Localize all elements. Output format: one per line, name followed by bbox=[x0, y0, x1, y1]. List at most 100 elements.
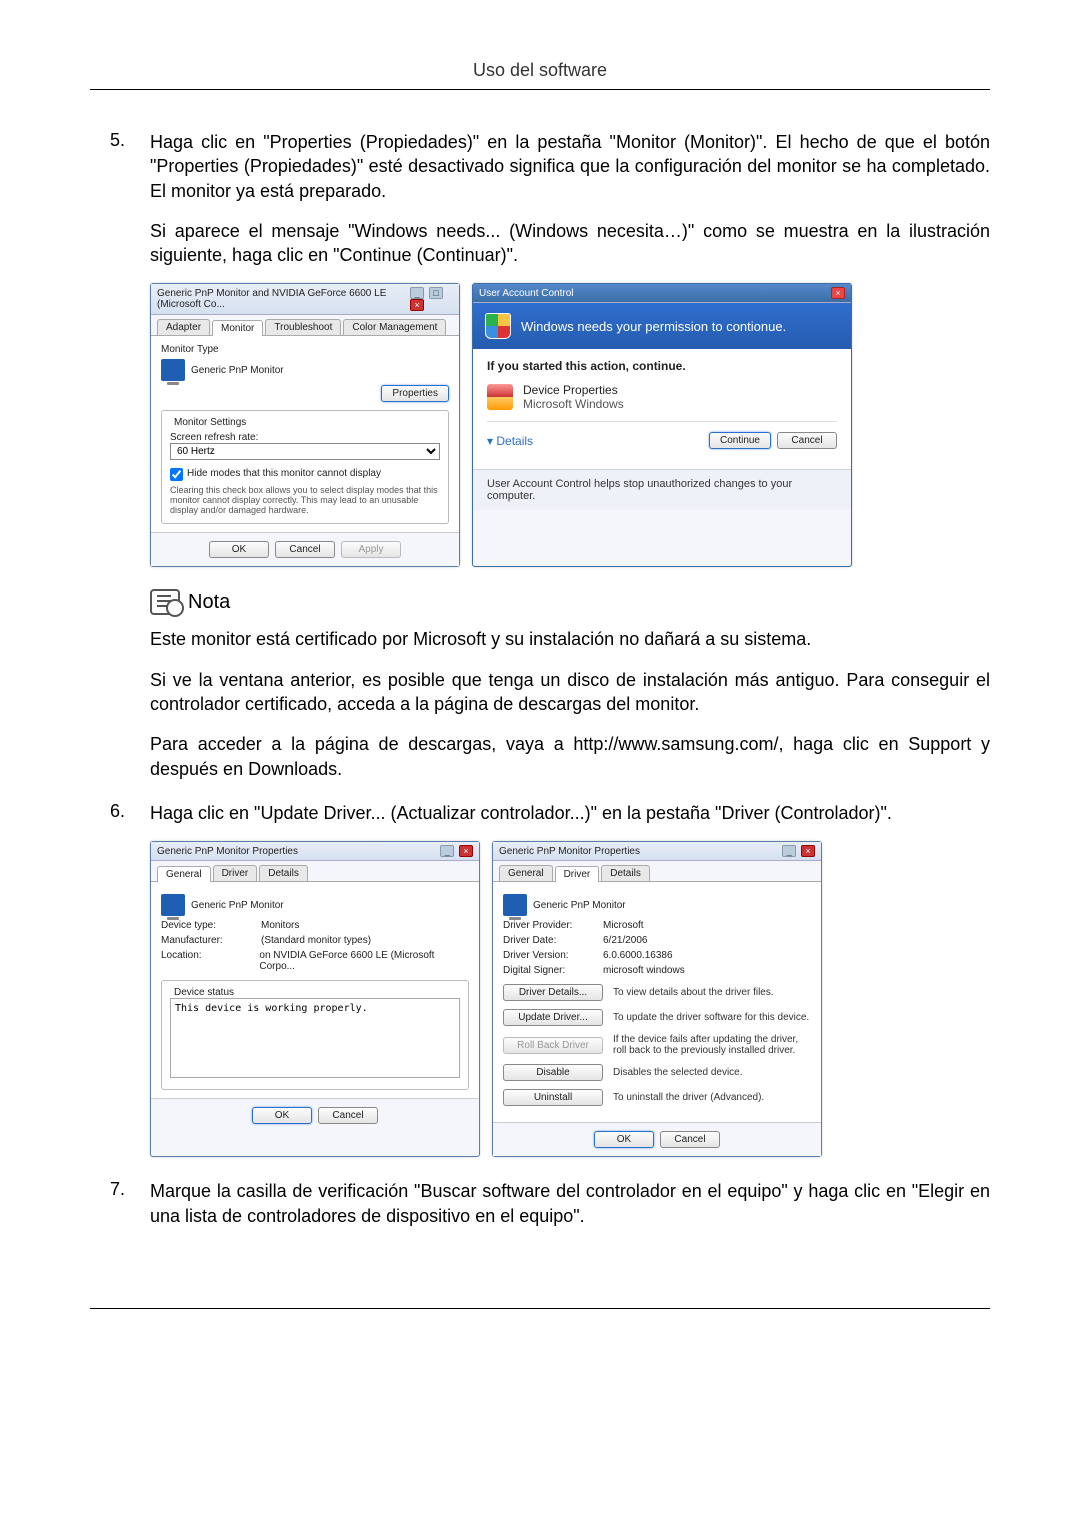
monitor-properties-dialog: Generic PnP Monitor and NVIDIA GeForce 6… bbox=[150, 283, 460, 567]
tab-monitor[interactable]: Monitor bbox=[212, 320, 263, 336]
driver-date-label: Driver Date: bbox=[503, 935, 593, 946]
uac-program-publisher: Microsoft Windows bbox=[523, 397, 624, 411]
disable-button[interactable]: Disable bbox=[503, 1064, 603, 1081]
header-rule bbox=[90, 89, 990, 90]
monitor-icon bbox=[161, 359, 185, 381]
uac-footer-text: User Account Control helps stop unauthor… bbox=[473, 469, 851, 510]
uninstall-button[interactable]: Uninstall bbox=[503, 1089, 603, 1106]
tab-troubleshoot[interactable]: Troubleshoot bbox=[265, 319, 341, 335]
step7-paragraph1: Marque la casilla de verificación "Busca… bbox=[150, 1179, 990, 1228]
monitor-icon bbox=[161, 894, 185, 916]
window-buttons: _ × bbox=[438, 845, 473, 857]
roll-back-desc: If the device fails after updating the d… bbox=[613, 1034, 811, 1056]
step6-figure-row: Generic PnP Monitor Properties _ × Gener… bbox=[150, 841, 990, 1157]
uac-dialog: User Account Control × Windows needs you… bbox=[472, 283, 852, 567]
device-status-label: Device status bbox=[170, 987, 238, 998]
driver-details-desc: To view details about the driver files. bbox=[613, 987, 811, 998]
manufacturer-label: Manufacturer: bbox=[161, 935, 251, 946]
tab-color-management[interactable]: Color Management bbox=[343, 319, 446, 335]
cancel-button[interactable]: Cancel bbox=[777, 432, 837, 449]
step5-paragraph2: Si aparece el mensaje "Windows needs... … bbox=[150, 219, 990, 268]
continue-button[interactable]: Continue bbox=[709, 432, 771, 449]
cancel-button[interactable]: Cancel bbox=[275, 541, 335, 558]
uac-title: User Account Control bbox=[479, 288, 574, 299]
monitor-dialog-titlebar: Generic PnP Monitor and NVIDIA GeForce 6… bbox=[151, 284, 459, 315]
tab-driver[interactable]: Driver bbox=[555, 866, 600, 882]
monitor-settings-label: Monitor Settings bbox=[170, 417, 250, 428]
details-expander[interactable]: Details bbox=[487, 434, 703, 448]
monitor-icon bbox=[503, 894, 527, 916]
ok-button[interactable]: OK bbox=[209, 541, 269, 558]
note-paragraph2: Si ve la ventana anterior, es posible qu… bbox=[150, 668, 990, 717]
digital-signer-label: Digital Signer: bbox=[503, 965, 593, 976]
driver-version-value: 6.0.6000.16386 bbox=[603, 950, 673, 961]
location-value: on NVIDIA GeForce 6600 LE (Microsoft Cor… bbox=[259, 950, 469, 972]
footer-rule bbox=[90, 1308, 990, 1309]
page-header: Uso del software bbox=[90, 60, 990, 89]
refresh-rate-select[interactable]: 60 Hertz bbox=[170, 443, 440, 460]
note-paragraph1: Este monitor está certificado por Micros… bbox=[150, 627, 990, 651]
monitor-name: Generic PnP Monitor bbox=[191, 365, 284, 376]
apply-button[interactable]: Apply bbox=[341, 541, 401, 558]
tab-adapter[interactable]: Adapter bbox=[157, 319, 210, 335]
general-dialog-title: Generic PnP Monitor Properties bbox=[157, 846, 298, 857]
tab-details[interactable]: Details bbox=[259, 865, 308, 881]
step5-paragraph1: Haga clic en "Properties (Propiedades)" … bbox=[150, 130, 990, 203]
close-icon[interactable]: × bbox=[831, 287, 845, 299]
disable-desc: Disables the selected device. bbox=[613, 1067, 811, 1078]
driver-date-value: 6/21/2006 bbox=[603, 935, 648, 946]
uac-titlebar: User Account Control × bbox=[473, 284, 851, 303]
note-heading: Nota bbox=[150, 589, 990, 615]
minimize-icon[interactable]: _ bbox=[410, 287, 424, 299]
hide-modes-label: Hide modes that this monitor cannot disp… bbox=[187, 468, 381, 479]
tab-general[interactable]: General bbox=[499, 865, 553, 881]
step5-number: 5. bbox=[110, 130, 125, 151]
minimize-icon[interactable]: _ bbox=[440, 845, 454, 857]
step6-paragraph1: Haga clic en "Update Driver... (Actualiz… bbox=[150, 801, 990, 825]
shield-icon bbox=[485, 313, 511, 339]
general-device-name: Generic PnP Monitor bbox=[191, 900, 284, 911]
clearing-checkbox-help: Clearing this check box allows you to se… bbox=[170, 485, 440, 515]
general-properties-dialog: Generic PnP Monitor Properties _ × Gener… bbox=[150, 841, 480, 1157]
uac-banner-text: Windows needs your permission to contion… bbox=[521, 319, 786, 334]
tab-general[interactable]: General bbox=[157, 866, 211, 882]
ok-button[interactable]: OK bbox=[594, 1131, 654, 1148]
ok-button[interactable]: OK bbox=[252, 1107, 312, 1124]
uac-if-started: If you started this action, continue. bbox=[487, 359, 837, 373]
device-type-value: Monitors bbox=[261, 920, 299, 931]
driver-provider-value: Microsoft bbox=[603, 920, 644, 931]
note-title: Nota bbox=[188, 591, 230, 614]
digital-signer-value: microsoft windows bbox=[603, 965, 685, 976]
driver-dialog-title: Generic PnP Monitor Properties bbox=[499, 846, 640, 857]
window-buttons: _ □ × bbox=[408, 287, 453, 311]
driver-provider-label: Driver Provider: bbox=[503, 920, 593, 931]
step5-figure-row: Generic PnP Monitor and NVIDIA GeForce 6… bbox=[150, 283, 990, 567]
update-driver-desc: To update the driver software for this d… bbox=[613, 1012, 811, 1023]
close-icon[interactable]: × bbox=[801, 845, 815, 857]
step6-number: 6. bbox=[110, 801, 125, 822]
window-buttons: × bbox=[829, 287, 845, 299]
program-icon bbox=[487, 384, 513, 410]
location-label: Location: bbox=[161, 950, 249, 972]
driver-version-label: Driver Version: bbox=[503, 950, 593, 961]
window-buttons: _ × bbox=[780, 845, 815, 857]
roll-back-driver-button[interactable]: Roll Back Driver bbox=[503, 1037, 603, 1054]
driver-details-button[interactable]: Driver Details... bbox=[503, 984, 603, 1001]
uac-program-title: Device Properties bbox=[523, 383, 624, 397]
monitor-dialog-title: Generic PnP Monitor and NVIDIA GeForce 6… bbox=[157, 288, 408, 310]
step7-number: 7. bbox=[110, 1179, 125, 1200]
cancel-button[interactable]: Cancel bbox=[660, 1131, 720, 1148]
close-icon[interactable]: × bbox=[410, 299, 424, 311]
maximize-icon[interactable]: □ bbox=[429, 287, 443, 299]
hide-modes-checkbox[interactable] bbox=[170, 468, 183, 481]
cancel-button[interactable]: Cancel bbox=[318, 1107, 378, 1124]
note-icon bbox=[150, 589, 180, 615]
tab-details[interactable]: Details bbox=[601, 865, 650, 881]
minimize-icon[interactable]: _ bbox=[782, 845, 796, 857]
close-icon[interactable]: × bbox=[459, 845, 473, 857]
update-driver-button[interactable]: Update Driver... bbox=[503, 1009, 603, 1026]
tab-driver[interactable]: Driver bbox=[213, 865, 258, 881]
properties-button[interactable]: Properties bbox=[381, 385, 449, 402]
driver-properties-dialog: Generic PnP Monitor Properties _ × Gener… bbox=[492, 841, 822, 1157]
device-type-label: Device type: bbox=[161, 920, 251, 931]
